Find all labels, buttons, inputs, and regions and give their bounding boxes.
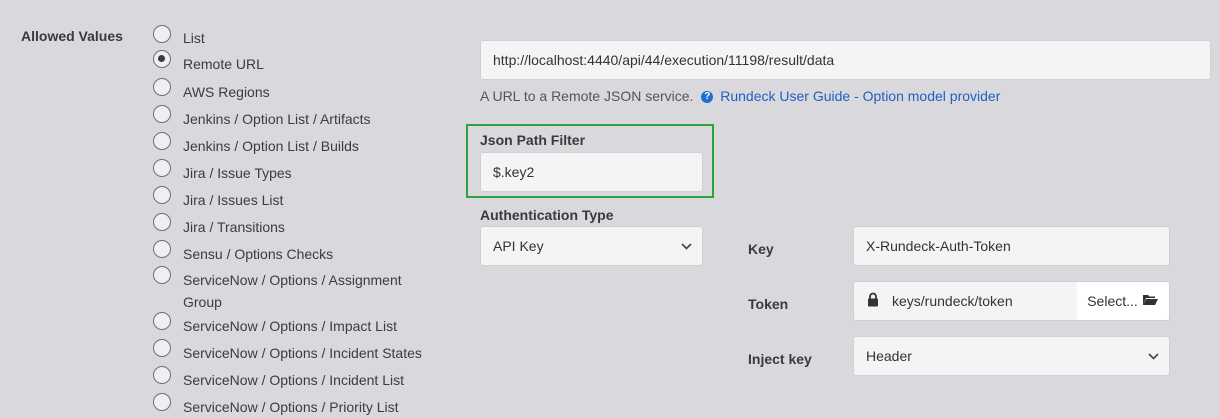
radio-label-continued: Group [183, 294, 222, 310]
radio-circle[interactable] [153, 393, 171, 411]
radio-circle[interactable] [153, 25, 171, 43]
authentication-type-label: Authentication Type [480, 207, 614, 223]
allowed-values-label: Allowed Values [21, 28, 123, 44]
remote-url-help-text: A URL to a Remote JSON service. [480, 88, 694, 104]
radio-circle[interactable] [153, 266, 171, 284]
radio-label: ServiceNow / Options / Priority List [183, 399, 399, 415]
rundeck-user-guide-link[interactable]: Rundeck User Guide - Option model provid… [720, 88, 1000, 104]
authentication-type-value: API Key [493, 238, 544, 254]
token-value: keys/rundeck/token [892, 293, 1013, 309]
token-input[interactable]: keys/rundeck/token [853, 281, 1078, 321]
radio-label: Jenkins / Option List / Builds [183, 138, 359, 154]
radio-label: Jira / Transitions [183, 219, 285, 235]
radio-circle[interactable] [153, 213, 171, 231]
radio-circle[interactable] [153, 132, 171, 150]
question-circle-icon: ? [701, 91, 714, 104]
radio-label: Jira / Issues List [183, 192, 284, 208]
radio-label: List [183, 30, 205, 46]
radio-label: ServiceNow / Options / Impact List [183, 318, 397, 334]
radio-circle[interactable] [153, 159, 171, 177]
radio-circle[interactable] [153, 105, 171, 123]
radio-label: ServiceNow / Options / Incident States [183, 345, 422, 361]
inject-key-value: Header [866, 348, 912, 364]
radio-circle[interactable] [153, 186, 171, 204]
key-value: X-Rundeck-Auth-Token [866, 238, 1011, 254]
inject-key-select[interactable]: Header [853, 336, 1170, 376]
token-select-label: Select... [1087, 293, 1138, 309]
chevron-down-icon [681, 239, 692, 253]
radio-label: Jenkins / Option List / Artifacts [183, 111, 371, 127]
authentication-type-select[interactable]: API Key [480, 226, 703, 266]
radio-circle-checked[interactable] [153, 50, 171, 68]
radio-label: Remote URL [183, 56, 264, 72]
json-path-filter-input[interactable]: $.key2 [480, 152, 703, 192]
folder-open-icon [1142, 293, 1159, 309]
token-select-button[interactable]: Select... [1077, 281, 1170, 321]
radio-circle[interactable] [153, 78, 171, 96]
radio-label: ServiceNow / Options / Assignment [183, 272, 402, 288]
token-label: Token [748, 296, 789, 312]
radio-circle[interactable] [153, 240, 171, 258]
lock-icon [867, 292, 879, 310]
radio-label: ServiceNow / Options / Incident List [183, 372, 404, 388]
remote-url-value: http://localhost:4440/api/44/execution/1… [493, 52, 835, 68]
radio-label: Jira / Issue Types [183, 165, 292, 181]
remote-url-help: A URL to a Remote JSON service. ? Rundec… [480, 88, 1000, 104]
remote-url-input[interactable]: http://localhost:4440/api/44/execution/1… [480, 40, 1211, 80]
radio-circle[interactable] [153, 312, 171, 330]
chevron-down-icon [1148, 349, 1159, 363]
radio-circle[interactable] [153, 339, 171, 357]
radio-label: Sensu / Options Checks [183, 246, 334, 262]
key-label: Key [748, 241, 774, 257]
radio-circle[interactable] [153, 366, 171, 384]
radio-label: AWS Regions [183, 84, 270, 100]
key-input[interactable]: X-Rundeck-Auth-Token [853, 226, 1170, 266]
inject-key-label: Inject key [748, 351, 812, 367]
json-path-filter-value: $.key2 [493, 164, 535, 180]
json-path-filter-label: Json Path Filter [480, 132, 586, 148]
